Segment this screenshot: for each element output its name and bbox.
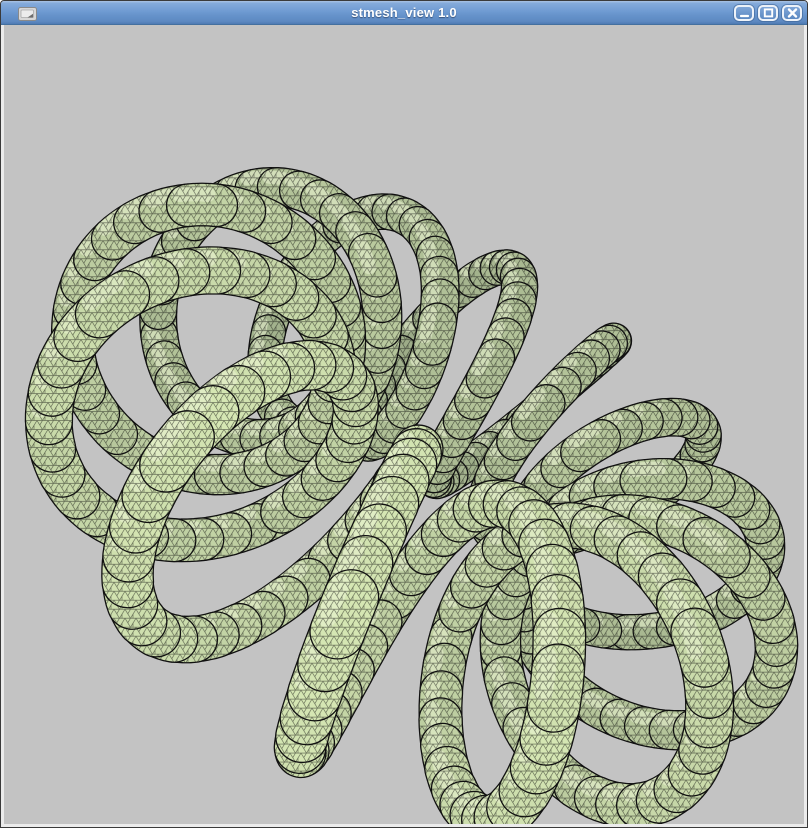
viewport xyxy=(1,25,807,827)
app-window: stmesh_view 1.0 xyxy=(0,0,808,828)
titlebar[interactable]: stmesh_view 1.0 xyxy=(1,1,807,25)
close-icon xyxy=(787,8,798,18)
minimize-icon xyxy=(739,8,750,18)
window-title: stmesh_view 1.0 xyxy=(1,1,807,24)
close-button[interactable] xyxy=(782,5,802,21)
maximize-button[interactable] xyxy=(758,5,778,21)
mesh-model xyxy=(40,177,777,819)
window-controls xyxy=(734,5,802,21)
minimize-button[interactable] xyxy=(734,5,754,21)
mesh-canvas[interactable] xyxy=(4,25,804,824)
maximize-icon xyxy=(763,8,774,18)
